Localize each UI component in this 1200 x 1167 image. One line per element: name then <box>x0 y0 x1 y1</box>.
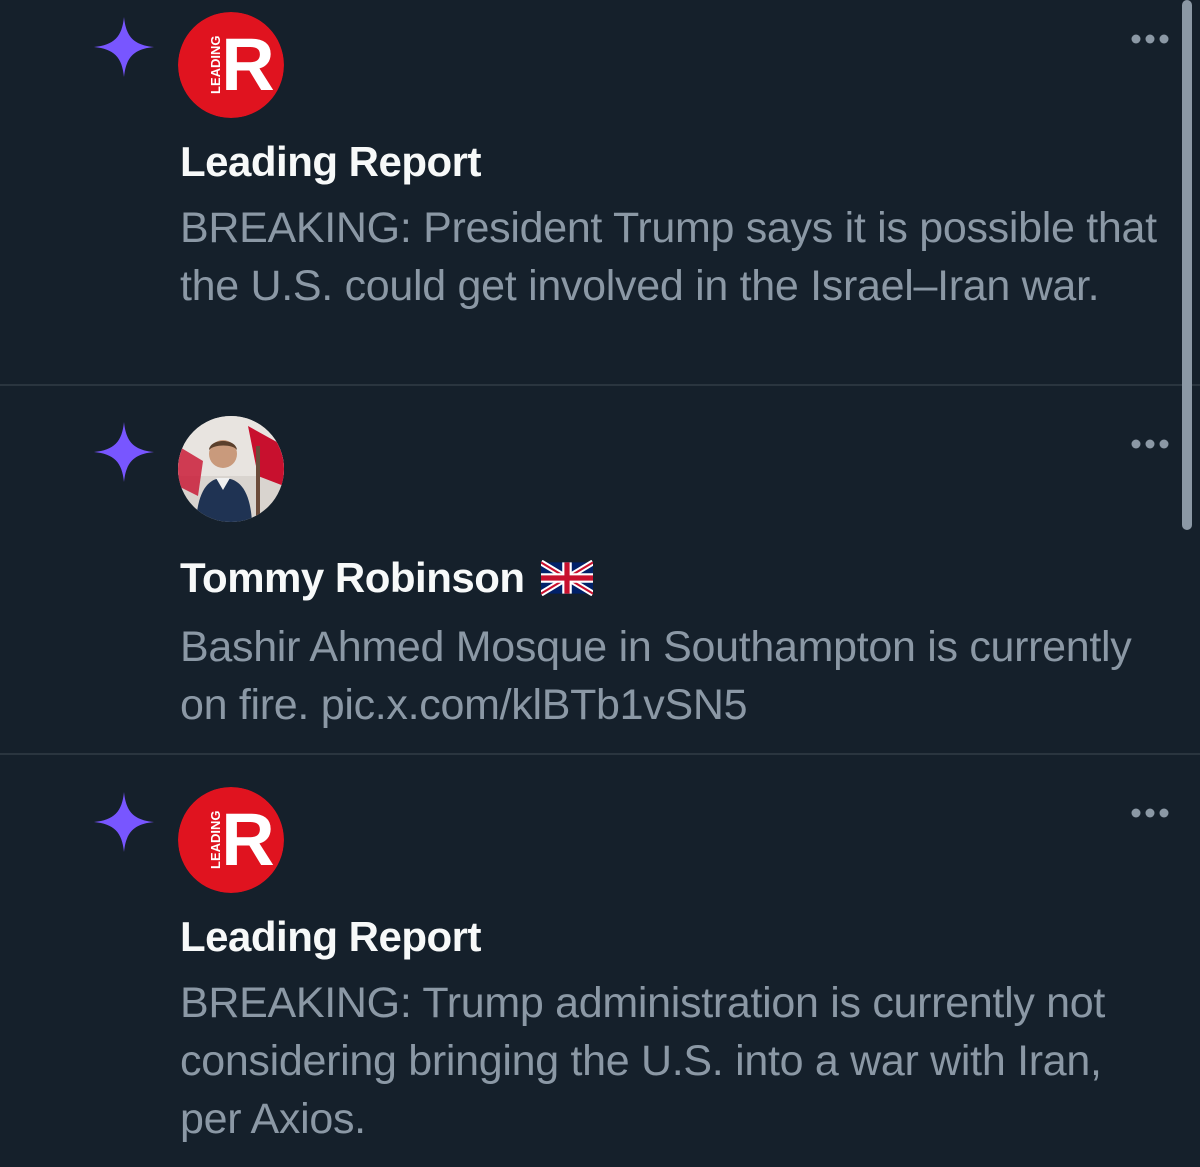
more-options-icon[interactable] <box>1130 438 1170 450</box>
sparkle-icon <box>94 422 154 482</box>
avatar[interactable]: R LEADING <box>178 12 284 118</box>
svg-text:R: R <box>221 798 274 881</box>
notification-item[interactable]: R LEADING Leading Report BREAKING: Trump… <box>0 755 1200 1167</box>
post-text[interactable]: Bashir Ahmed Mosque in Southampton is cu… <box>180 618 1170 734</box>
leading-report-logo: R LEADING <box>178 787 284 893</box>
author-row: Tommy Robinson <box>180 554 593 602</box>
more-options-icon[interactable] <box>1130 807 1170 819</box>
post-text[interactable]: BREAKING: President Trump says it is pos… <box>180 199 1170 315</box>
notification-item[interactable]: R LEADING Leading Report BREAKING: Presi… <box>0 0 1200 384</box>
uk-flag-icon <box>540 560 593 596</box>
avatar[interactable]: R LEADING <box>178 787 284 893</box>
more-options-icon[interactable] <box>1130 33 1170 45</box>
author-row: Leading Report <box>180 138 482 186</box>
sparkle-icon <box>94 792 154 852</box>
notification-item[interactable]: Tommy Robinson Bashir Ahmed Mosque in So… <box>0 386 1200 753</box>
author-name[interactable]: Leading Report <box>180 913 482 961</box>
sparkle-icon <box>94 17 154 77</box>
profile-photo <box>178 416 284 522</box>
scrollbar[interactable] <box>1182 0 1192 530</box>
author-name[interactable]: Tommy Robinson <box>180 554 525 602</box>
svg-text:LEADING: LEADING <box>208 36 223 95</box>
author-name[interactable]: Leading Report <box>180 138 482 186</box>
avatar[interactable] <box>178 416 284 522</box>
svg-text:R: R <box>221 23 274 106</box>
notifications-feed: R LEADING Leading Report BREAKING: Presi… <box>0 0 1200 1167</box>
author-row: Leading Report <box>180 913 482 961</box>
svg-text:LEADING: LEADING <box>208 811 223 870</box>
leading-report-logo: R LEADING <box>178 12 284 118</box>
post-text[interactable]: BREAKING: Trump administration is curren… <box>180 974 1170 1148</box>
